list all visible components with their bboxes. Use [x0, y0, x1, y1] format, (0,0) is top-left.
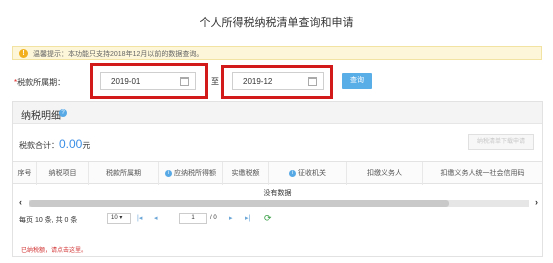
panel-header: 纳税明细 ? [13, 102, 542, 124]
calendar-icon[interactable] [180, 77, 189, 86]
tax-period-label: *税款所属期： [14, 78, 66, 87]
end-period-value: 2019-12 [243, 77, 273, 86]
info-icon: ! [19, 49, 28, 58]
refresh-icon[interactable]: ⟳ [264, 213, 272, 224]
start-period-input[interactable]: 2019-01 [100, 72, 196, 90]
empty-message: 没有数据 [263, 190, 292, 197]
scroll-left-icon[interactable]: ‹ [19, 197, 22, 207]
info-icon: i [165, 169, 172, 177]
horizontal-scrollbar[interactable]: ‹ › [19, 197, 538, 208]
table-header: 序号 纳税项目 税款所属期 i 应纳税所得额 实缴税额 i 征收机关 扣缴义务人 扣… [13, 161, 542, 185]
next-page-icon[interactable]: ▸ [229, 214, 233, 222]
col-index[interactable]: 序号 [13, 162, 37, 185]
scroll-thumb[interactable] [29, 200, 449, 207]
pagination: 每页 10 条, 共 0 条 10 ▾ |◂ ◂ 1 / 0 ▸ ▸| ⟳ [19, 212, 319, 226]
last-page-icon[interactable]: ▸| [245, 214, 250, 222]
prev-page-icon[interactable]: ◂ [154, 214, 158, 222]
help-icon[interactable]: ? [59, 109, 67, 117]
col-agent-credit-code[interactable]: 扣缴义务人统一社会信用码 [423, 162, 542, 185]
to-label: 至 [211, 77, 219, 86]
col-tax-item[interactable]: 纳税项目 [37, 162, 89, 185]
total-amount: 0.00 [59, 137, 83, 151]
panel-title: 纳税明细 [21, 111, 61, 122]
page-title: 个人所得税纳税清单查询和申请 [199, 17, 354, 29]
notice-text: 温馨提示：本功能只支持2018年12月以前的数据查询。 [33, 51, 204, 58]
col-taxable-income[interactable]: i 应纳税所得额 [159, 162, 223, 185]
start-period-value: 2019-01 [111, 77, 141, 86]
total-unit: 元 [82, 141, 91, 150]
col-withholding-agent[interactable]: 扣缴义务人 [347, 162, 423, 185]
download-request-button[interactable]: 纳税清单下载申请 [468, 134, 534, 150]
page-number-input[interactable]: 1 [179, 213, 207, 224]
query-button[interactable]: 查询 [342, 73, 372, 89]
tax-details-panel: 纳税明细 ? 税款合计：0.00元 纳税清单下载申请 序号 纳税项目 税款所属期… [12, 101, 543, 257]
pagination-info: 每页 10 条, 共 0 条 [19, 217, 78, 224]
total-pages: / 0 [210, 215, 217, 221]
col-tax-authority[interactable]: i 征收机关 [269, 162, 347, 185]
page-size-select[interactable]: 10 ▾ [107, 213, 131, 224]
scroll-right-icon[interactable]: › [535, 197, 538, 207]
footnote-link[interactable]: 已纳税额，请点击这里。 [21, 245, 87, 254]
col-paid-tax[interactable]: 实缴税额 [223, 162, 269, 185]
info-icon: i [289, 169, 296, 177]
notice-banner: ! 温馨提示：本功能只支持2018年12月以前的数据查询。 [12, 46, 542, 60]
col-tax-period[interactable]: 税款所属期 [89, 162, 159, 185]
first-page-icon[interactable]: |◂ [137, 214, 142, 222]
total-label: 税款合计： [19, 141, 59, 150]
calendar-icon[interactable] [308, 77, 317, 86]
end-period-input[interactable]: 2019-12 [232, 72, 324, 90]
tax-total: 税款合计：0.00元 [19, 137, 90, 151]
